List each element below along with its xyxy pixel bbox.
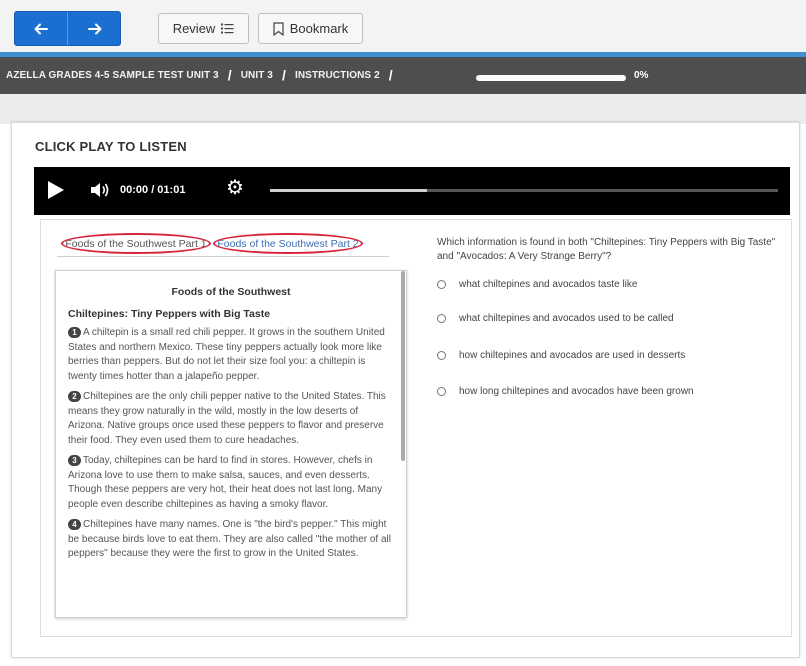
breadcrumb-separator: / [388,67,393,83]
tab-part-1[interactable]: Foods of the Southwest Part 1 [61,233,211,254]
progress-percent: 0% [634,70,649,81]
header-spacer [0,94,806,124]
option-label: how long chiltepines and avocados have b… [459,386,694,397]
passage-subtitle: Chiltepines: Tiny Peppers with Big Taste [68,308,271,320]
seek-progress [270,189,428,192]
passage-title: Foods of the Southwest [171,286,291,298]
volume-icon [91,183,109,197]
nav-button-group [14,11,121,46]
answer-option-a[interactable]: what chiltepines and avocados taste like [437,279,637,290]
paragraph-number-badge: 4 [68,519,81,530]
bookmark-button[interactable]: Bookmark [258,13,363,44]
radio-button[interactable] [437,351,446,360]
answer-option-d[interactable]: how long chiltepines and avocados have b… [437,386,694,397]
top-toolbar: Review Bookmark [0,0,806,52]
item-content: Foods of the Southwest Part 1 Foods of t… [40,219,792,637]
tab-label: Foods of the Southwest Part 1 [65,237,207,250]
tab-part-2[interactable]: Foods of the Southwest Part 2 [213,233,363,254]
paragraph-text: Chiltepines have many names. One is "the… [68,519,391,559]
radio-button[interactable] [437,387,446,396]
tab-label: Foods of the Southwest Part 2 [217,237,359,250]
passage-paragraph: 2 Chiltepines are the only chili pepper n… [68,390,394,448]
tab-divider [57,256,389,257]
list-icon [221,23,234,34]
paragraph-text: Today, chiltepines can be hard to find i… [68,455,383,510]
option-label: how chiltepines and avocados are used in… [459,350,686,361]
bookmark-label: Bookmark [289,21,349,36]
paragraph-number-badge: 2 [68,391,81,402]
breadcrumb-bar: AZELLA GRADES 4-5 SAMPLE TEST UNIT 3 / U… [0,52,806,94]
arrow-left-icon [34,23,48,34]
paragraph-number-badge: 3 [68,455,81,466]
progress-bar [476,75,626,81]
paragraph-text: A chiltepin is a small red chili pepper.… [68,327,385,382]
passage-paragraph: 4 Chiltepines have many names. One is "th… [68,518,394,562]
play-icon[interactable] [48,181,64,199]
review-button[interactable]: Review [158,13,249,44]
breadcrumb-item-instructions[interactable]: INSTRUCTIONS 2 [295,70,380,81]
paragraph-number-badge: 1 [68,327,81,338]
answer-option-b[interactable]: what chiltepines and avocados used to be… [437,313,674,324]
passage-paragraph: 1A chiltepin is a small red chili pepper… [68,326,394,384]
arrow-right-icon [87,23,101,34]
radio-button[interactable] [437,280,446,289]
reading-passage[interactable]: Foods of the Southwest Chiltepines: Tiny… [55,270,407,618]
breadcrumb-item-test[interactable]: AZELLA GRADES 4-5 SAMPLE TEST UNIT 3 [6,70,219,81]
option-label: what chiltepines and avocados taste like [459,279,638,290]
gear-icon[interactable]: ⚙ [226,178,244,198]
scrollbar[interactable] [401,271,405,461]
passage-paragraph: 3 Today, chiltepines can be hard to find … [68,454,394,512]
seek-bar[interactable] [270,189,778,192]
back-button[interactable] [15,12,68,45]
question-prompt: Which information is found in both "Chil… [437,237,776,262]
time-display: 00:00 / 01:01 [120,184,186,196]
breadcrumb-item-unit[interactable]: UNIT 3 [241,70,273,81]
review-label: Review [172,21,216,36]
volume-button[interactable] [90,181,110,204]
answer-option-c[interactable]: how chiltepines and avocados are used in… [437,350,685,361]
listen-heading: CLICK PLAY TO LISTEN [35,139,187,154]
forward-button[interactable] [68,12,121,45]
breadcrumb-separator: / [227,67,232,83]
breadcrumb-separator: / [281,67,286,83]
question-card: CLICK PLAY TO LISTEN 00:00 / 01:01 ⚙ Foo… [11,122,800,658]
audio-player: 00:00 / 01:01 ⚙ [34,167,790,215]
radio-button[interactable] [437,314,446,323]
breadcrumb: AZELLA GRADES 4-5 SAMPLE TEST UNIT 3 / U… [6,67,402,83]
option-label: what chiltepines and avocados used to be… [459,313,674,324]
paragraph-text: Chiltepines are the only chili pepper na… [68,391,386,446]
bookmark-icon [273,21,284,36]
